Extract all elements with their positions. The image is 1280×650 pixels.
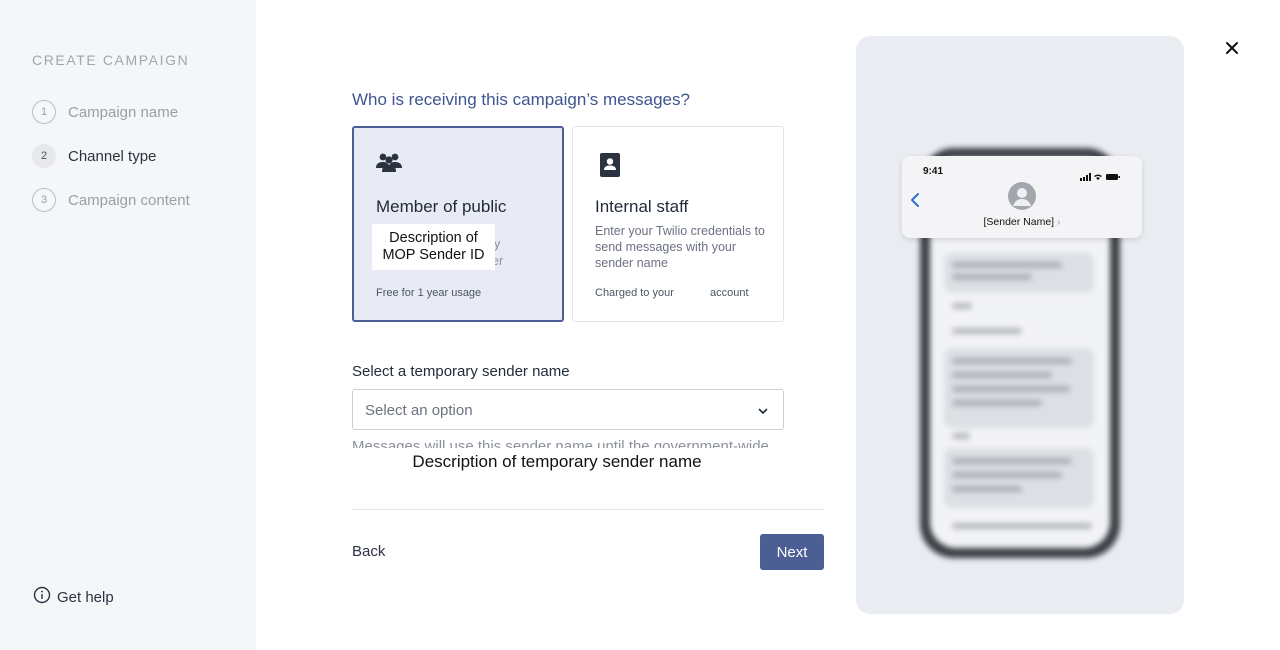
step-campaign-content[interactable]: 3 Campaign content	[32, 188, 190, 212]
card-footer: Charged to your account	[595, 287, 749, 299]
message-header-card: 9:41 [Sender Name] ›	[902, 156, 1142, 238]
step-campaign-name[interactable]: 1 Campaign name	[32, 100, 178, 124]
card-footer-left: Charged to your	[595, 287, 674, 299]
sender-help-text-clipped: Messages will use this sender name until…	[352, 438, 784, 448]
mop-description-placeholder: Description of MOP Sender ID	[372, 224, 495, 270]
step-channel-type[interactable]: 2 Channel type	[32, 144, 156, 168]
chevron-down-icon	[757, 404, 769, 422]
card-footer-right: account	[710, 287, 749, 299]
back-arrow-icon	[910, 192, 920, 213]
step-number: 2	[32, 144, 56, 168]
sender-name-select[interactable]: Select an option	[352, 389, 784, 430]
people-group-icon	[375, 151, 403, 178]
step-label: Channel type	[68, 147, 157, 165]
card-title: Internal staff	[595, 197, 689, 216]
sender-description-placeholder: Description of temporary sender name	[352, 452, 762, 472]
sidebar-title: CREATE CAMPAIGN	[32, 52, 190, 68]
get-help-label: Get help	[57, 589, 114, 606]
close-button[interactable]	[1222, 38, 1242, 63]
next-button[interactable]: Next	[760, 534, 824, 570]
phone-preview-panel: 9:41 [Sender Name] ›	[856, 36, 1184, 614]
card-title: Member of public	[376, 197, 507, 216]
sender-name-label: Select a temporary sender name	[352, 363, 570, 380]
step-number: 1	[32, 100, 56, 124]
get-help-link[interactable]: Get help	[33, 586, 114, 609]
contact-badge-icon	[600, 153, 620, 182]
step-label: Campaign content	[68, 191, 190, 209]
avatar	[1008, 182, 1036, 215]
back-button[interactable]: Back	[352, 543, 385, 560]
divider	[352, 509, 824, 510]
page-question: Who is receiving this campaign’s message…	[352, 90, 690, 109]
status-bar-time: 9:41	[923, 166, 944, 177]
sender-name-preview: [Sender Name] ›	[902, 216, 1142, 228]
sender-name-text: [Sender Name]	[983, 216, 1055, 228]
sender-chevron: ›	[1057, 216, 1061, 228]
step-label: Campaign name	[68, 103, 179, 121]
sidebar: CREATE CAMPAIGN 1 Campaign name 2 Channe…	[0, 0, 256, 650]
card-description: Enter your Twilio credentials to send me…	[595, 224, 765, 270]
select-placeholder: Select an option	[365, 402, 473, 419]
status-icons	[1080, 168, 1122, 186]
close-icon	[1222, 42, 1242, 62]
card-footer: Free for 1 year usage	[376, 287, 482, 299]
step-number: 3	[32, 188, 56, 212]
sender-help-text: Messages will use this sender name until…	[352, 438, 769, 448]
info-icon	[33, 586, 51, 609]
card-internal-staff[interactable]: Internal staff Enter your Twilio credent…	[572, 126, 784, 322]
